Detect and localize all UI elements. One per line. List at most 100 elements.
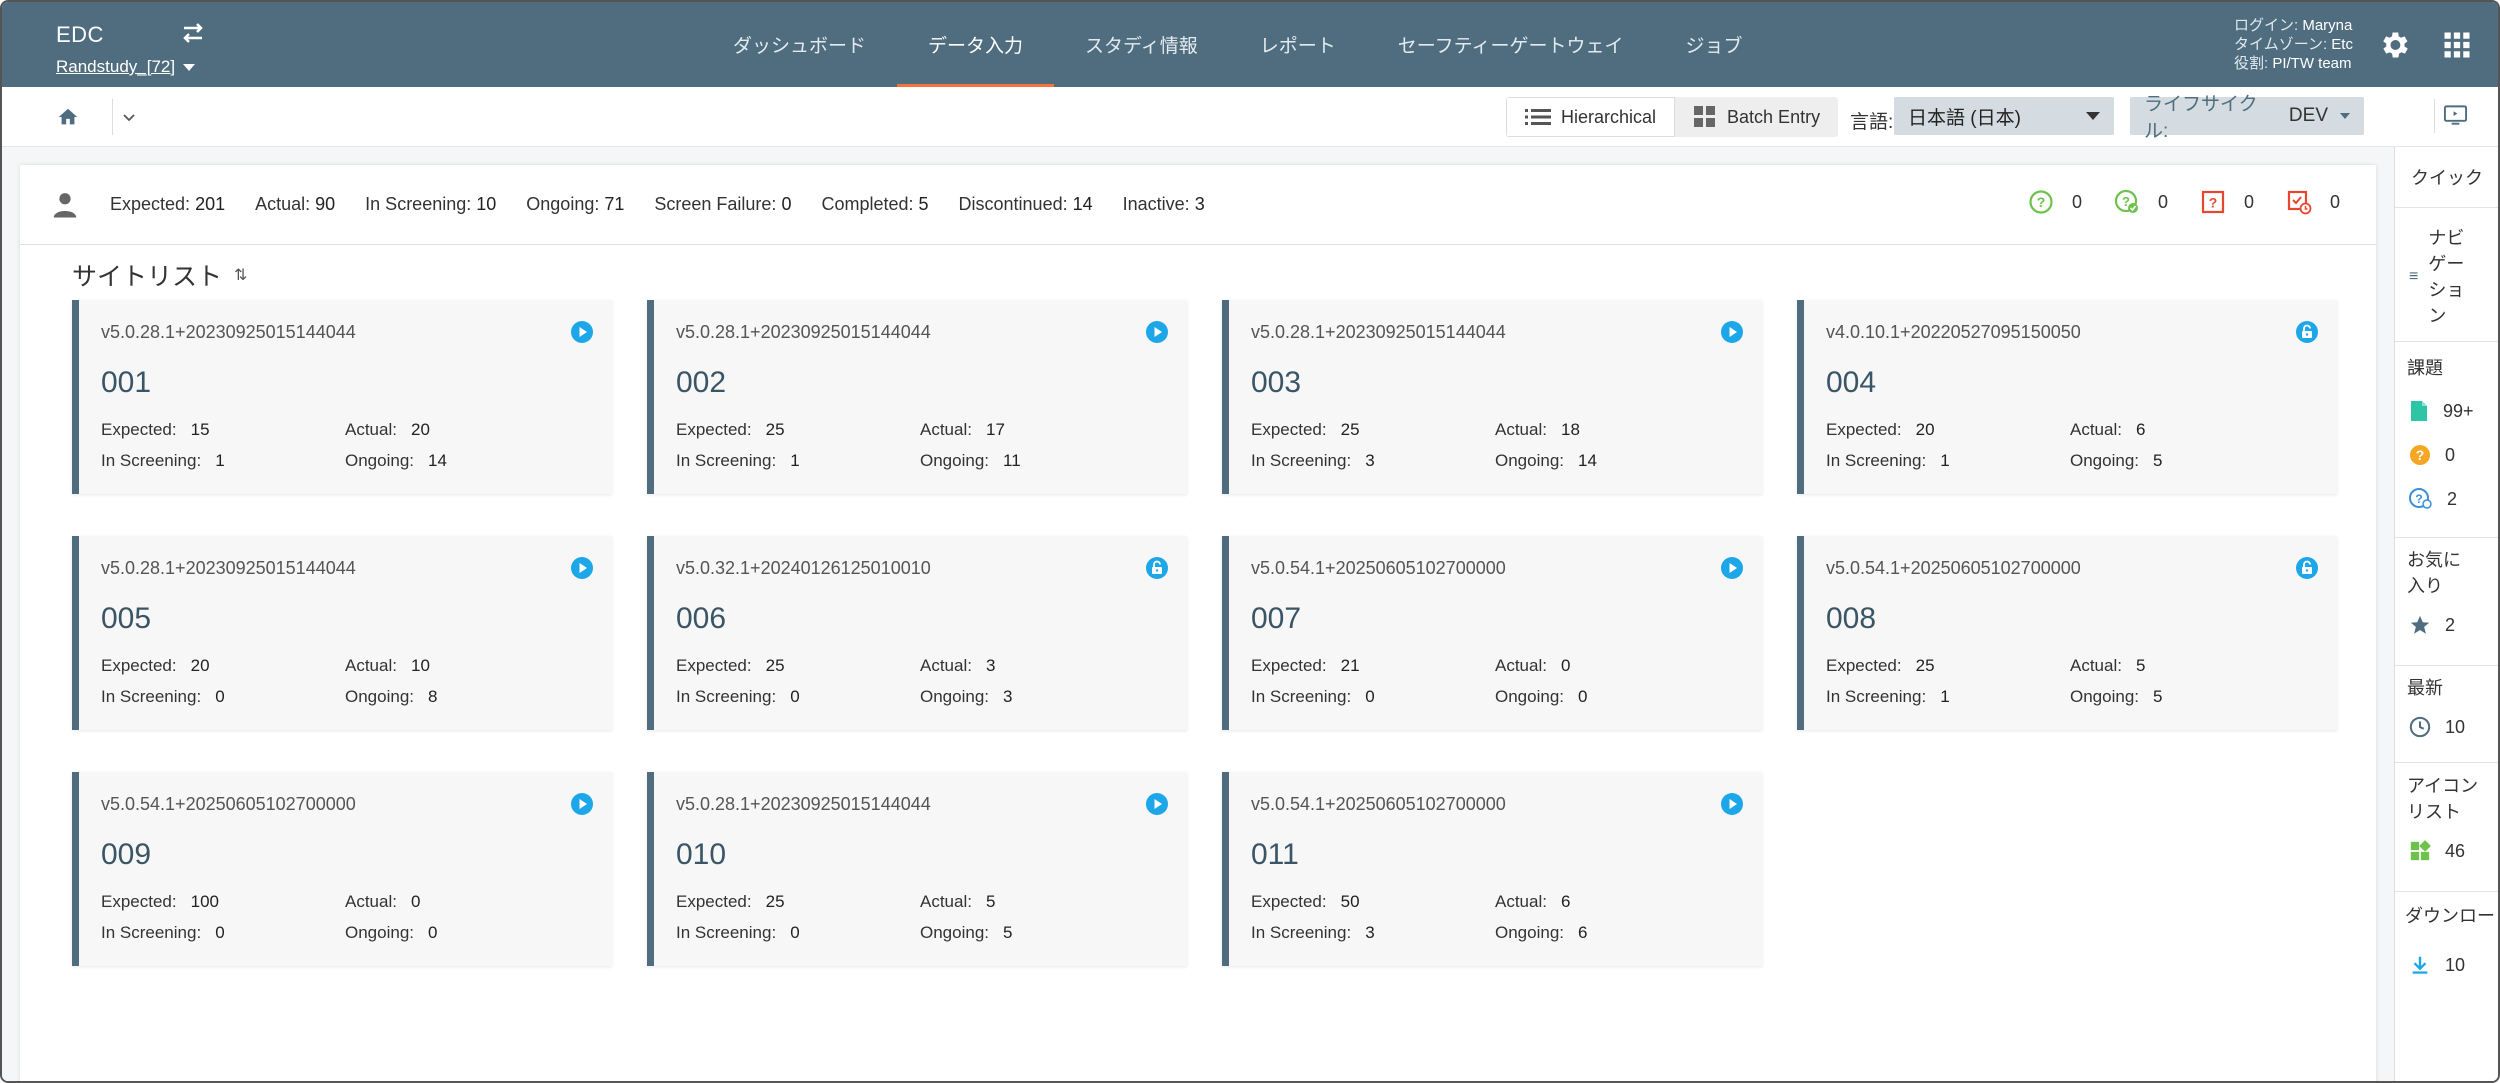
apps-grid-icon[interactable] bbox=[2442, 30, 2472, 60]
play-circle-icon[interactable] bbox=[1145, 792, 1169, 816]
flagged-query-counter[interactable]: ? 0 bbox=[2200, 189, 2254, 215]
monitor-icon[interactable] bbox=[2434, 99, 2468, 133]
expected-row: Expected: 25 bbox=[676, 892, 785, 912]
download-icon bbox=[2412, 956, 2428, 974]
lock-circle-icon[interactable] bbox=[1145, 556, 1169, 580]
lock-circle-icon[interactable] bbox=[2295, 556, 2319, 580]
screening-row: In Screening: 0 bbox=[101, 923, 225, 943]
icon-list-item[interactable]: 46 bbox=[2395, 835, 2498, 867]
recent-item[interactable]: 10 bbox=[2395, 711, 2498, 743]
ongoing-value: 0 bbox=[428, 923, 438, 942]
site-card[interactable]: v5.0.54.1+20250605102700000 011 Expected: 5… bbox=[1222, 772, 1762, 966]
screening-label: In Screening: bbox=[676, 923, 777, 942]
issue-questions-item[interactable]: ? 0 bbox=[2395, 439, 2498, 471]
swap-arrows-icon[interactable] bbox=[178, 18, 208, 48]
screening-value: 0 bbox=[790, 687, 800, 706]
play-circle-icon[interactable] bbox=[1145, 320, 1169, 344]
actual-row: Actual: 20 bbox=[345, 420, 430, 440]
expected-value: 25 bbox=[765, 656, 785, 675]
play-circle-icon[interactable] bbox=[1720, 556, 1744, 580]
question-circle-icon: ? bbox=[2410, 445, 2430, 465]
stat-value: 10 bbox=[476, 194, 497, 214]
batch-entry-button[interactable]: Batch Entry bbox=[1675, 97, 1839, 137]
expected-value: 25 bbox=[1340, 420, 1360, 439]
expected-value: 20 bbox=[1915, 420, 1935, 439]
stat-value: 90 bbox=[315, 194, 336, 214]
nav-item[interactable]: スタディ情報 bbox=[1054, 2, 1229, 87]
screening-row: In Screening: 0 bbox=[676, 687, 800, 707]
breadcrumb-dropdown[interactable] bbox=[112, 99, 144, 135]
language-select[interactable]: 日本語 (日本) bbox=[1894, 97, 2114, 135]
overdue-counter[interactable]: 0 bbox=[2286, 189, 2340, 215]
stat-discontinued: Discontinued: 14 bbox=[959, 194, 1093, 215]
home-icon bbox=[58, 108, 78, 125]
stat-label: Actual: bbox=[255, 194, 316, 214]
site-card[interactable]: v4.0.10.1+20220527095150050 004 Expected: 2… bbox=[1797, 300, 2337, 494]
gear-icon[interactable] bbox=[2377, 28, 2411, 62]
issue-queries-item[interactable]: ? 2 bbox=[2395, 483, 2498, 515]
home-button[interactable] bbox=[50, 99, 86, 135]
icon-list-label: アイコンリスト bbox=[2407, 776, 2479, 822]
nav-item[interactable]: ジョブ bbox=[1654, 2, 1773, 87]
nav-item[interactable]: データ入力 bbox=[897, 2, 1055, 87]
ongoing-row: Ongoing: 5 bbox=[2070, 687, 2162, 707]
actual-row: Actual: 6 bbox=[2070, 420, 2145, 440]
expected-value: 25 bbox=[765, 892, 785, 911]
svg-text:?: ? bbox=[2209, 195, 2218, 211]
expected-row: Expected: 100 bbox=[101, 892, 219, 912]
site-card[interactable]: v5.0.28.1+20230925015144044 003 Expected: 2… bbox=[1222, 300, 1762, 494]
lifecycle-select[interactable]: ライフサイクル: DEV bbox=[2130, 94, 2364, 142]
downloads-item[interactable]: 10 bbox=[2395, 949, 2498, 981]
actual-value: 5 bbox=[985, 892, 996, 911]
ongoing-row: Ongoing: 5 bbox=[920, 923, 1012, 943]
site-card[interactable]: v5.0.28.1+20230925015144044 001 Expected: 1… bbox=[72, 300, 612, 494]
site-card[interactable]: v5.0.28.1+20230925015144044 002 Expected: 2… bbox=[647, 300, 1187, 494]
actual-row: Actual: 10 bbox=[345, 656, 430, 676]
favorites-item[interactable]: 2 bbox=[2395, 609, 2498, 641]
sort-icon[interactable]: ⇅ bbox=[234, 265, 247, 285]
site-number: 009 bbox=[101, 838, 152, 871]
ongoing-value: 6 bbox=[1578, 923, 1588, 942]
app-window: EDC Randstudy_[72] ダッシュボード データ入力 スタディ情報 レポー… bbox=[0, 0, 2500, 1083]
play-circle-icon[interactable] bbox=[1720, 320, 1744, 344]
ongoing-row: Ongoing: 3 bbox=[920, 687, 1012, 707]
timezone-label: タイムゾーン: bbox=[2234, 36, 2332, 53]
play-circle-icon[interactable] bbox=[570, 556, 594, 580]
expected-value: 50 bbox=[1340, 892, 1360, 911]
hierarchical-view-button[interactable]: Hierarchical bbox=[1506, 97, 1676, 137]
actual-row: Actual: 5 bbox=[920, 892, 995, 912]
site-list-heading: サイトリスト ⇅ bbox=[72, 257, 247, 293]
site-card[interactable]: v5.0.28.1+20230925015144044 010 Expected: 2… bbox=[647, 772, 1187, 966]
stat-value: 3 bbox=[1194, 194, 1205, 214]
actual-label: Actual: bbox=[1495, 656, 1547, 675]
study-selector[interactable]: Randstudy_[72] bbox=[56, 57, 196, 77]
site-card[interactable]: v5.0.54.1+20250605102700000 009 Expected: 1… bbox=[72, 772, 612, 966]
play-circle-icon[interactable] bbox=[1720, 792, 1744, 816]
expected-label: Expected: bbox=[676, 420, 752, 439]
actual-value: 6 bbox=[2135, 420, 2146, 439]
counter-value: 0 bbox=[2071, 191, 2082, 212]
navigation-section[interactable]: ≡ ナビゲーション bbox=[2395, 225, 2498, 329]
play-circle-icon[interactable] bbox=[570, 792, 594, 816]
play-circle-icon[interactable] bbox=[570, 320, 594, 344]
site-card[interactable]: v5.0.32.1+20240126125010010 006 Expected: 2… bbox=[647, 536, 1187, 730]
issue-count: 2 bbox=[2447, 488, 2458, 509]
open-query-counter[interactable]: ? 0 bbox=[2028, 189, 2082, 215]
stat-completed: Completed: 5 bbox=[821, 194, 928, 215]
site-card[interactable]: v5.0.28.1+20230925015144044 005 Expected: 2… bbox=[72, 536, 612, 730]
site-card[interactable]: v5.0.54.1+20250605102700000 007 Expected: 2… bbox=[1222, 536, 1762, 730]
nav-item[interactable]: レポート bbox=[1229, 2, 1367, 87]
nav-item[interactable]: ダッシュボード bbox=[702, 2, 897, 87]
expected-value: 21 bbox=[1340, 656, 1360, 675]
stat-inactive: Inactive: 3 bbox=[1123, 194, 1205, 215]
ongoing-label: Ongoing: bbox=[1495, 687, 1564, 706]
nav-item[interactable]: セーフティーゲートウェイ bbox=[1367, 2, 1655, 87]
issue-documents-item[interactable]: 99+ bbox=[2395, 395, 2498, 427]
expected-label: Expected: bbox=[101, 892, 177, 911]
widgets-icon bbox=[2410, 840, 2431, 861]
site-card[interactable]: v5.0.54.1+20250605102700000 008 Expected: 2… bbox=[1797, 536, 2337, 730]
stat-ongoing: Ongoing: 71 bbox=[526, 194, 624, 215]
ongoing-value: 5 bbox=[2153, 687, 2163, 706]
lock-circle-icon[interactable] bbox=[2295, 320, 2319, 344]
answered-query-counter[interactable]: ? 0 bbox=[2114, 189, 2168, 215]
